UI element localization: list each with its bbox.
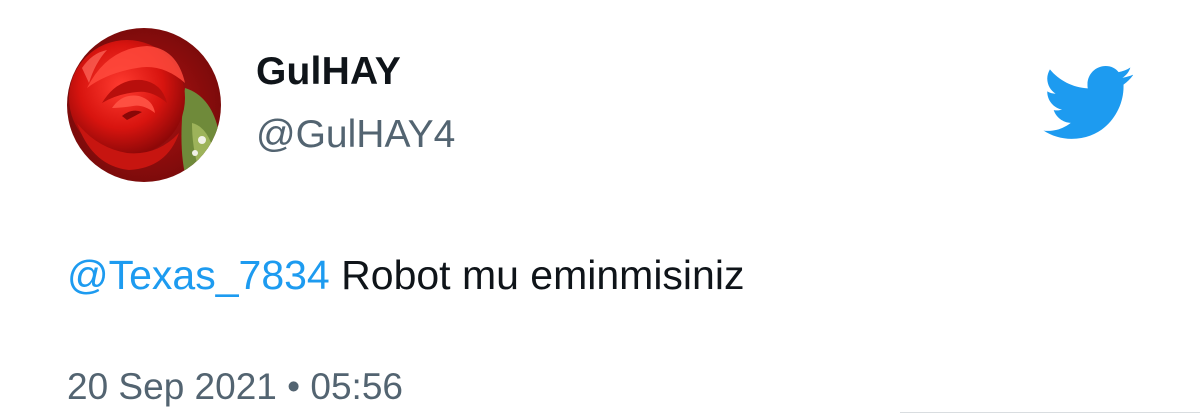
tweet-date: 20 Sep 2021 [67, 366, 277, 407]
tweet-card: GulHAY @GulHAY4 @Texas_7834 Robot mu emi… [0, 0, 1200, 416]
user-handle[interactable]: @GulHAY4 [256, 113, 455, 157]
divider [900, 412, 1200, 413]
twitter-bird-icon[interactable] [1043, 66, 1135, 140]
meta-separator: • [287, 366, 301, 407]
twitter-bird-svg [1043, 66, 1134, 139]
display-name[interactable]: GulHAY [256, 50, 401, 94]
tweet-body: Robot mu eminmisiniz [341, 252, 745, 298]
tweet-time: 05:56 [310, 366, 403, 407]
avatar[interactable] [67, 28, 221, 182]
timestamp[interactable]: 20 Sep 2021 • 05:56 [67, 366, 403, 408]
mention-link[interactable]: @Texas_7834 [67, 252, 330, 298]
tweet-text: @Texas_7834 Robot mu eminmisiniz [67, 252, 744, 299]
rose-image [67, 28, 221, 182]
